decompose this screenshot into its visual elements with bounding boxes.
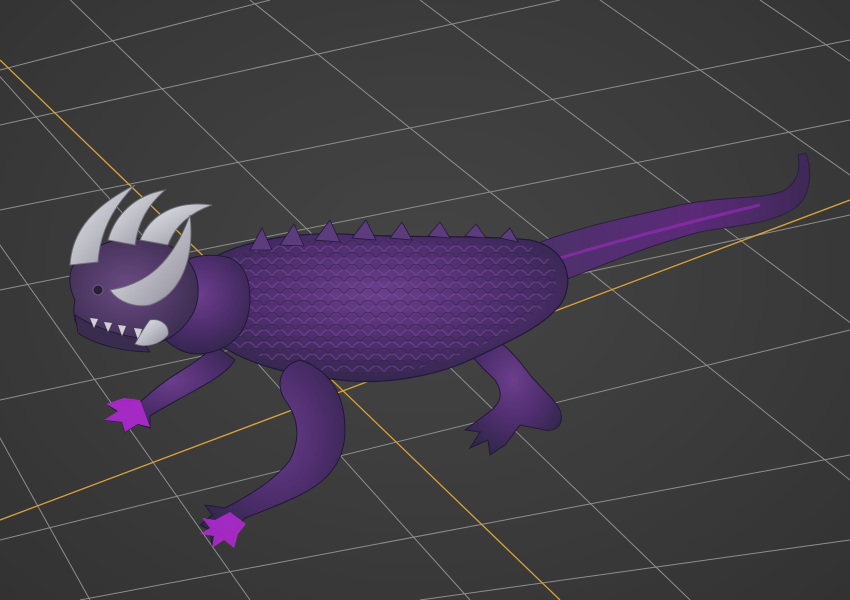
- grid-line: [0, 0, 271, 71]
- grid-line: [599, 0, 850, 176]
- grid-line: [79, 454, 850, 600]
- dragon-eye: [92, 284, 104, 296]
- 3d-viewport[interactable]: [0, 0, 850, 600]
- viewport-canvas[interactable]: [0, 0, 850, 600]
- grid-line: [0, 39, 850, 211]
- grid-line: [0, 436, 91, 600]
- grid-line: [0, 0, 561, 126]
- grid-line: [419, 539, 850, 600]
- grid-line: [759, 0, 850, 62]
- dragon-model[interactable]: [69, 152, 811, 548]
